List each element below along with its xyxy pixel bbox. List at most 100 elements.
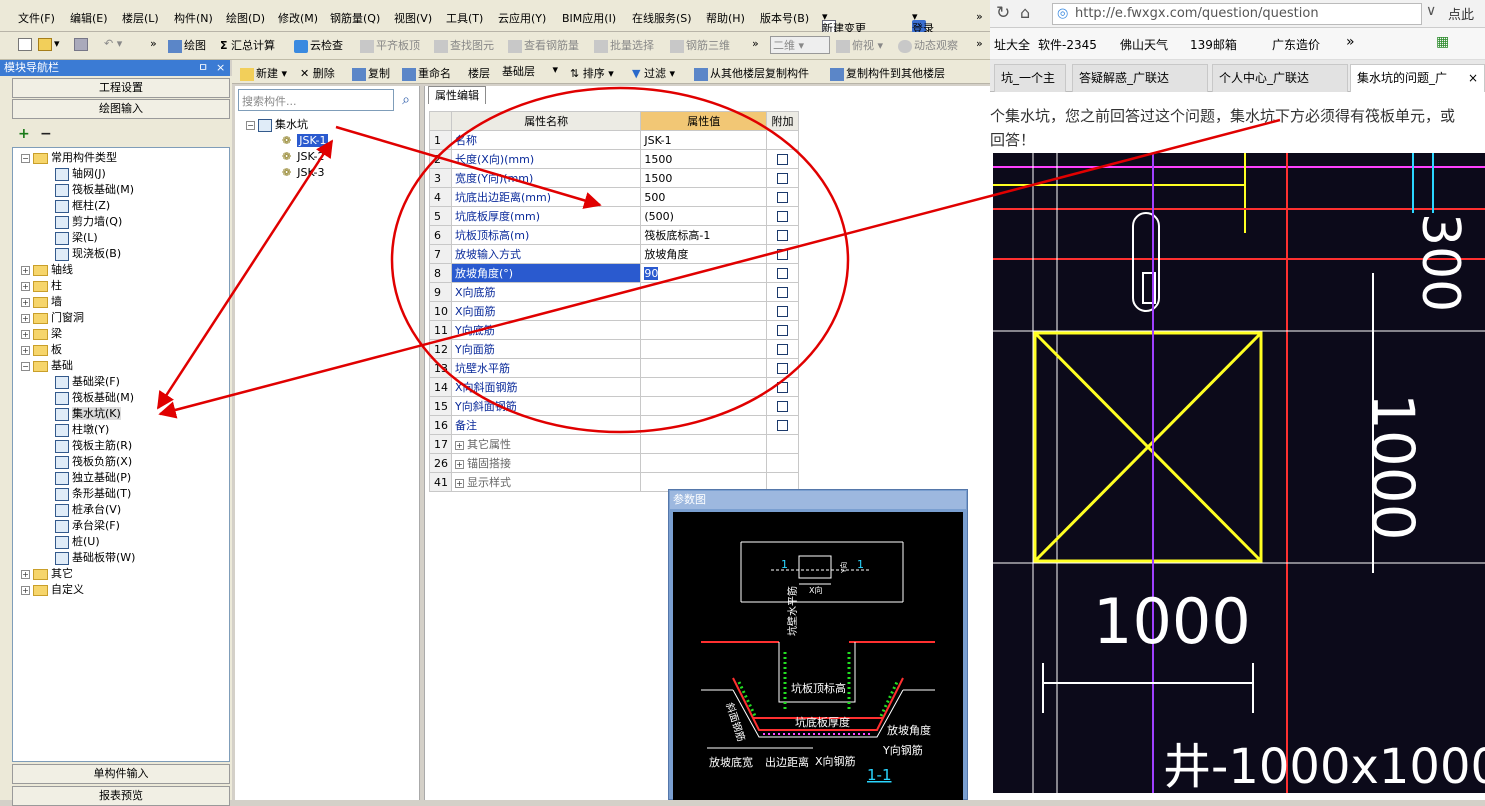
property-value[interactable]: JSK-1 (640, 130, 768, 150)
property-row[interactable]: 10 X向面筋 (429, 301, 799, 321)
tree-item[interactable]: 条形基础(T) (55, 486, 131, 502)
copy-to-floor-button[interactable]: 复制构件到其他楼层 (830, 65, 945, 81)
draw-button[interactable]: 绘图 (168, 37, 206, 53)
save-icon[interactable] (74, 37, 90, 51)
collapse-icon[interactable]: − (246, 120, 255, 130)
sort-button[interactable]: ⇅ 排序 ▾ (570, 65, 614, 81)
tree-item[interactable]: 筏板基础(M) (55, 390, 134, 406)
tree-item[interactable]: 剪力墙(Q) (55, 214, 122, 230)
summary-calc-button[interactable]: Σ 汇总计算 (220, 37, 275, 53)
property-row[interactable]: 8 放坡角度(°) 90 (429, 263, 799, 283)
property-row[interactable]: 26 + 锚固搭接 (429, 453, 799, 473)
extra-checkbox-cell[interactable] (766, 396, 799, 416)
property-value[interactable]: (500) (640, 206, 768, 226)
extra-checkbox[interactable] (777, 401, 788, 412)
property-value[interactable] (640, 320, 768, 340)
property-value[interactable]: 1500 (640, 149, 768, 169)
menu-version[interactable]: 版本号(B) (760, 10, 809, 26)
menu-tools[interactable]: 工具(T) (446, 10, 483, 26)
address-bar[interactable]: ◎ http://e.fwxgx.com/question/question (1052, 3, 1422, 25)
extra-checkbox-cell[interactable] (766, 282, 799, 302)
collapse-icon[interactable]: − (21, 361, 30, 371)
extra-checkbox[interactable] (777, 192, 788, 203)
close-icon[interactable]: × (216, 60, 225, 76)
more-chevron-icon[interactable]: » (976, 10, 983, 23)
property-row[interactable]: 13 坑壁水平筋 (429, 358, 799, 378)
filter-button[interactable]: ▼ 过滤 ▾ (632, 65, 675, 81)
property-row[interactable]: 11 Y向底筋 (429, 320, 799, 340)
extra-checkbox[interactable] (777, 420, 788, 431)
menu-rebar[interactable]: 钢筋量(Q) (330, 10, 380, 26)
property-value[interactable] (640, 358, 768, 378)
cloud-check-button[interactable]: 云检查 (294, 37, 343, 53)
search-input[interactable]: 搜索构件... (238, 89, 394, 111)
apps-icon[interactable]: ▦ (1436, 34, 1449, 50)
tree-item[interactable]: + 柱 (21, 278, 62, 294)
expand-icon[interactable]: + (21, 265, 30, 275)
tree-item[interactable]: + 板 (21, 342, 62, 358)
batch-select-button[interactable]: 批量选择 (594, 37, 654, 53)
extra-checkbox[interactable] (777, 344, 788, 355)
property-row[interactable]: 2 长度(X向)(mm) 1500 (429, 149, 799, 169)
extra-checkbox-cell[interactable] (766, 358, 799, 378)
tree-item[interactable]: 桩承台(V) (55, 502, 121, 518)
expand-all-icon[interactable]: + (18, 126, 30, 142)
expand-icon[interactable]: + (21, 281, 30, 291)
extra-checkbox-cell[interactable] (766, 244, 799, 264)
property-row[interactable]: 12 Y向面筋 (429, 339, 799, 359)
copy-button[interactable]: 复制 (352, 65, 390, 81)
bookmark-4[interactable]: 广东造价 (1272, 36, 1320, 53)
extra-checkbox[interactable] (777, 268, 788, 279)
toolbar-more-2[interactable]: » (752, 37, 759, 50)
extra-checkbox[interactable] (777, 306, 788, 317)
flat-top-button[interactable]: 平齐板顶 (360, 37, 420, 53)
menu-file[interactable]: 文件(F) (18, 10, 55, 26)
delete-button[interactable]: ✕ 删除 (300, 65, 335, 81)
menu-view[interactable]: 视图(V) (394, 10, 432, 26)
open-folder-icon[interactable]: ▾ (38, 37, 60, 51)
pin-icon[interactable]: ㅁ (198, 60, 208, 76)
property-row[interactable]: 4 坑底出边距离(mm) 500 (429, 187, 799, 207)
extra-checkbox[interactable] (777, 363, 788, 374)
toolbar-more[interactable]: » (150, 37, 157, 50)
tab-2[interactable]: 个人中心_广联达 (1212, 64, 1348, 92)
bookmark-2[interactable]: 佛山天气 (1120, 36, 1168, 53)
tab-property-edit[interactable]: 属性编辑 (428, 86, 486, 104)
tab-1[interactable]: 答疑解惑_广联达 (1072, 64, 1208, 92)
expand-icon[interactable]: + (21, 313, 30, 323)
refresh-icon[interactable]: ↻ (996, 3, 1010, 23)
expand-icon[interactable]: + (21, 569, 30, 579)
extra-checkbox-cell[interactable] (766, 453, 799, 473)
menu-edit[interactable]: 编辑(E) (70, 10, 108, 26)
tab-close-icon[interactable]: × (1468, 65, 1478, 91)
expand-icon[interactable]: + (21, 345, 30, 355)
tree-item[interactable]: 筏板基础(M) (55, 182, 134, 198)
component-root[interactable]: − 集水坑 (246, 117, 308, 133)
extra-checkbox[interactable] (777, 211, 788, 222)
property-value[interactable] (640, 301, 768, 321)
single-input-button[interactable]: 单构件输入 (12, 764, 230, 784)
rename-button[interactable]: 重命名 (402, 65, 451, 81)
undo-icon[interactable]: ↶ ▾ (104, 37, 122, 50)
property-value[interactable] (640, 396, 768, 416)
project-settings-button[interactable]: 工程设置 (12, 78, 230, 98)
expand-icon[interactable]: + (455, 459, 464, 469)
property-row[interactable]: 3 宽度(Y向)(mm) 1500 (429, 168, 799, 188)
tree-item[interactable]: + 梁 (21, 326, 62, 342)
menu-bim[interactable]: BIM应用(I) (562, 10, 616, 26)
tree-item[interactable]: 梁(L) (55, 230, 98, 246)
expand-icon[interactable]: + (21, 585, 30, 595)
extra-checkbox-cell[interactable] (766, 206, 799, 226)
tree-item[interactable]: + 自定义 (21, 582, 84, 598)
view-rebar-button[interactable]: 查看钢筋量 (508, 37, 579, 53)
menu-component[interactable]: 构件(N) (174, 10, 213, 26)
tree-item[interactable]: + 墙 (21, 294, 62, 310)
bookmark-1[interactable]: 软件-2345 (1038, 36, 1097, 53)
extra-checkbox[interactable] (777, 154, 788, 165)
component-item[interactable]: ❁ JSK-3 (282, 165, 324, 181)
tree-item[interactable]: + 轴线 (21, 262, 73, 278)
menu-help[interactable]: 帮助(H) (706, 10, 745, 26)
extra-checkbox-cell[interactable] (766, 301, 799, 321)
menu-online[interactable]: 在线服务(S) (632, 10, 692, 26)
copy-from-floor-button[interactable]: 从其他楼层复制构件 (694, 65, 809, 81)
